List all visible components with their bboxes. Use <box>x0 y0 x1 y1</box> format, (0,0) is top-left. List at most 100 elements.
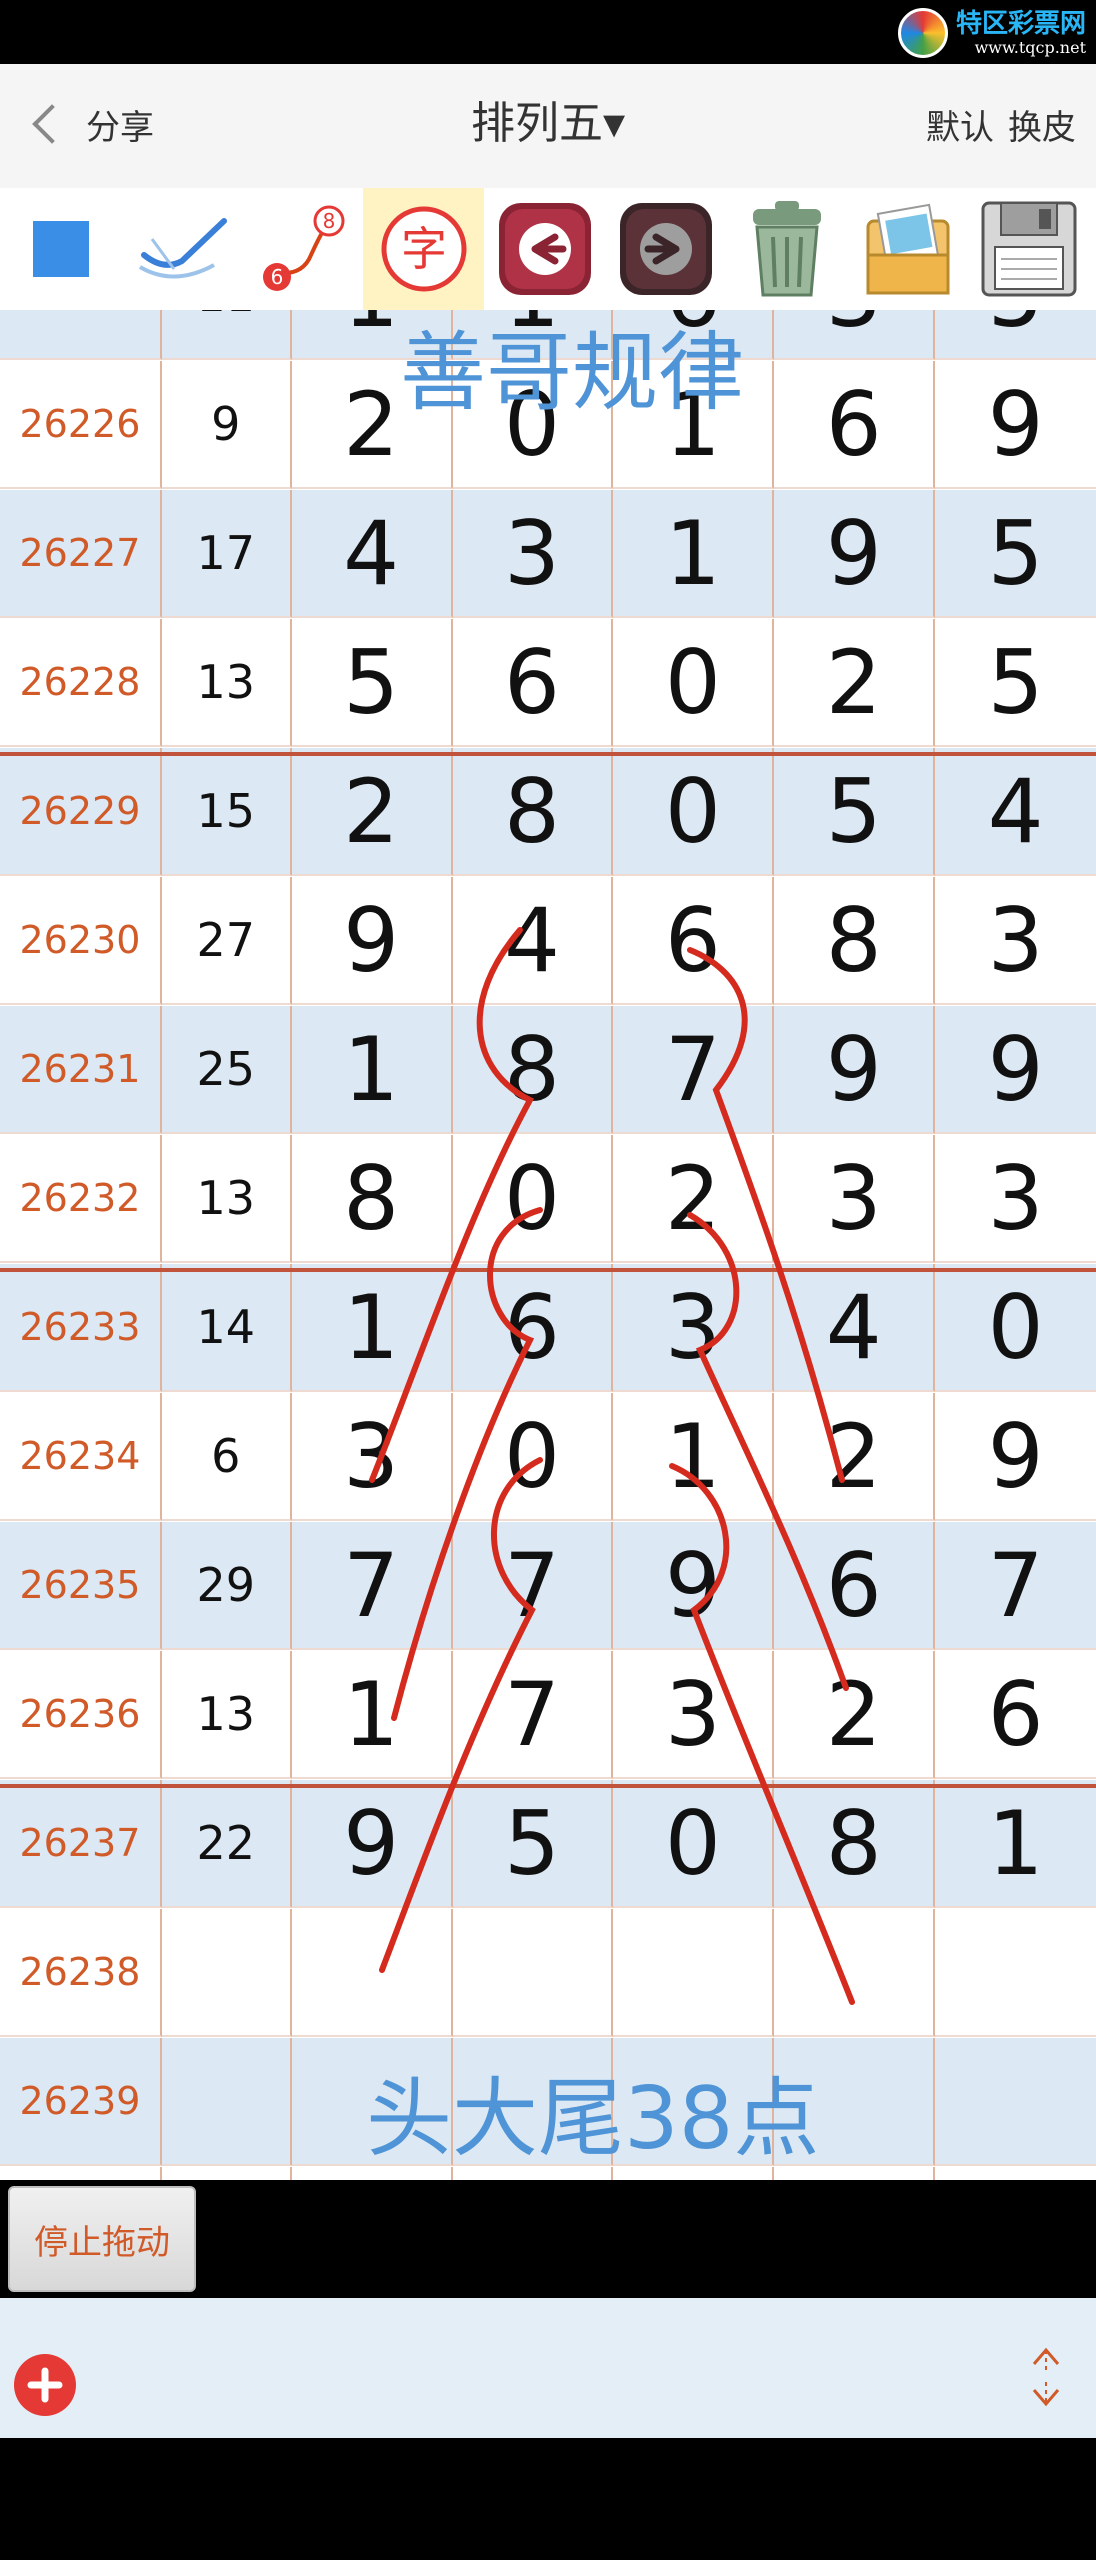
digit-cell: 7 <box>452 1651 614 1779</box>
digit-cell: 9 <box>935 1006 1096 1134</box>
table-row: 26235 29 7 7 9 6 7 <box>0 1522 1096 1650</box>
album-icon <box>866 203 949 295</box>
digit-cell: 0 <box>613 748 775 876</box>
digit-cell <box>291 1909 453 2037</box>
table-row: 26230 27 9 4 6 8 3 <box>0 877 1096 1005</box>
digit-cell: 5 <box>935 310 1096 360</box>
digit-cell: 4 <box>452 877 614 1005</box>
clear-button[interactable] <box>726 188 847 310</box>
digit-cell: 8 <box>774 1780 936 1908</box>
text-tool[interactable]: 字 <box>363 188 484 310</box>
digit-cell: 6 <box>452 619 614 747</box>
watermark-name: 特区彩票网 <box>955 9 1086 39</box>
curve-badge-start: 6 <box>270 265 283 289</box>
digit-cell: 3 <box>613 1264 775 1392</box>
issue-number-cell: 26227 <box>0 490 162 618</box>
chevron-left-icon <box>32 104 72 144</box>
plus-icon <box>27 2367 63 2403</box>
digit-cell <box>935 2038 1096 2166</box>
group-divider <box>0 1784 1096 1788</box>
digit-cell: 6 <box>935 1651 1096 1779</box>
digit-cell: 3 <box>935 1135 1096 1263</box>
sum-cell: 6 <box>161 1393 292 1521</box>
digit-cell: 2 <box>774 1651 936 1779</box>
digit-cell: 6 <box>452 1264 614 1392</box>
sum-cell <box>161 2038 292 2166</box>
nav-bar: 分享 排列五▾ 默认 换皮 <box>0 64 1096 188</box>
sum-cell: 9 <box>161 361 292 489</box>
digit-cell: 0 <box>613 1780 775 1908</box>
sum-cell: 13 <box>161 1651 292 1779</box>
table-row: 26236 13 1 7 3 2 6 <box>0 1651 1096 1779</box>
digit-cell: 9 <box>935 361 1096 489</box>
digit-cell: 3 <box>291 1393 453 1521</box>
issue-number-cell: 26228 <box>0 619 162 747</box>
sum-cell: 22 <box>161 1780 292 1908</box>
digit-cell: 1 <box>613 490 775 618</box>
sum-cell <box>162 2167 292 2180</box>
digit-cell: 4 <box>774 1264 936 1392</box>
digit-cell: 2 <box>774 1393 936 1521</box>
issue-number-cell: 26225 <box>0 310 162 360</box>
color-square-tool[interactable] <box>0 188 121 310</box>
share-label: 分享 <box>86 107 154 148</box>
lottery-type-selector[interactable]: 排列五▾ <box>471 98 625 149</box>
digit-cell: 0 <box>935 1264 1096 1392</box>
stop-drag-button[interactable]: 停止拖动 <box>8 2186 196 2292</box>
bottom-bar <box>0 2298 1096 2438</box>
group-divider <box>0 752 1096 756</box>
digit-cell: 5 <box>291 619 453 747</box>
digit-cell: 8 <box>452 1006 614 1134</box>
curve-badge-end: 8 <box>322 209 335 233</box>
digit-cell: 1 <box>291 1264 453 1392</box>
checkmark-pen-icon <box>138 218 227 279</box>
sum-cell: 13 <box>161 1135 292 1263</box>
digit-cell <box>774 1909 936 2037</box>
digit-cell: 9 <box>935 1393 1096 1521</box>
history-table: 2622511116352622692016926227174319526228… <box>0 310 1096 2180</box>
curve-tool[interactable]: 6 8 <box>242 188 363 310</box>
digit-cell: 3 <box>613 1651 775 1779</box>
redo-button[interactable] <box>605 188 726 310</box>
sum-cell: 27 <box>161 877 292 1005</box>
issue-number-cell: 26231 <box>0 1006 162 1134</box>
forward-arrow-icon <box>619 203 712 295</box>
digit-cell: 3 <box>935 877 1096 1005</box>
issue-number-cell: 26229 <box>0 748 162 876</box>
digit-cell: 8 <box>291 1135 453 1263</box>
expand-collapse-button[interactable] <box>1026 2342 1066 2412</box>
sum-cell: 11 <box>161 310 292 360</box>
undo-button[interactable] <box>484 188 605 310</box>
group-divider <box>0 1268 1096 1272</box>
pen-check-tool[interactable] <box>121 188 242 310</box>
expand-arrows-icon <box>1032 2347 1060 2407</box>
back-share-button[interactable]: 分享 <box>30 94 154 154</box>
digit-cell <box>452 1909 614 2037</box>
sum-cell: 13 <box>161 619 292 747</box>
issue-number-cell: 26232 <box>0 1135 162 1263</box>
default-button[interactable]: 默认 <box>926 100 994 149</box>
album-button[interactable] <box>847 188 968 310</box>
table-row: 26229 15 2 8 0 5 4 <box>0 748 1096 876</box>
table-row: 26227 17 4 3 1 9 5 <box>0 490 1096 618</box>
square-icon <box>32 221 89 277</box>
change-skin-button[interactable]: 换皮 <box>1008 100 1076 149</box>
table-row: 26232 13 8 0 2 3 3 <box>0 1135 1096 1263</box>
add-button[interactable] <box>14 2354 76 2416</box>
issue-number-cell: 26237 <box>0 1780 162 1908</box>
issue-number-cell: 26233 <box>0 1264 162 1392</box>
digit-cell: 9 <box>291 1780 453 1908</box>
sum-cell <box>161 1909 292 2037</box>
system-navigation-bar <box>0 2438 1096 2560</box>
save-button[interactable] <box>968 188 1089 310</box>
digit-cell <box>613 1909 775 2037</box>
digit-cell: 9 <box>774 1006 936 1134</box>
digit-cell: 2 <box>774 619 936 747</box>
digit-cell: 5 <box>935 490 1096 618</box>
digit-cell: 5 <box>935 619 1096 747</box>
sum-cell: 14 <box>161 1264 292 1392</box>
digit-cell: 7 <box>935 1522 1096 1650</box>
overlay-title-text: 善哥规律 <box>400 323 744 423</box>
sum-cell: 17 <box>161 490 292 618</box>
digit-cell: 3 <box>774 310 936 360</box>
